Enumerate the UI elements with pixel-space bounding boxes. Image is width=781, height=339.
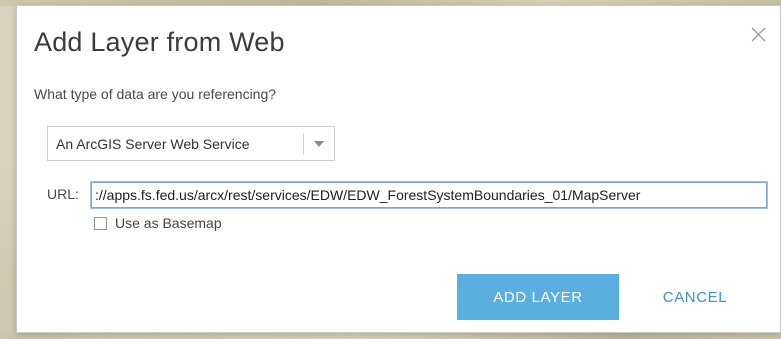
add-layer-dialog: Add Layer from Web What type of data are…: [16, 5, 781, 333]
data-type-select[interactable]: An ArcGIS Server Web Service: [47, 126, 335, 161]
data-type-question: What type of data are you referencing?: [34, 86, 277, 102]
url-label: URL:: [47, 186, 79, 202]
cancel-button[interactable]: CANCEL: [643, 274, 747, 320]
use-as-basemap-option[interactable]: Use as Basemap: [94, 215, 222, 231]
add-layer-button[interactable]: ADD LAYER: [457, 274, 619, 320]
url-input[interactable]: [90, 181, 768, 209]
basemap-checkbox[interactable]: [94, 216, 107, 230]
dialog-title: Add Layer from Web: [34, 27, 285, 57]
chevron-down-icon[interactable]: [304, 127, 334, 160]
map-strip-bottom: [0, 333, 781, 339]
data-type-selected-value: An ArcGIS Server Web Service: [56, 135, 250, 152]
basemap-label: Use as Basemap: [115, 215, 222, 231]
close-icon[interactable]: [748, 24, 770, 46]
